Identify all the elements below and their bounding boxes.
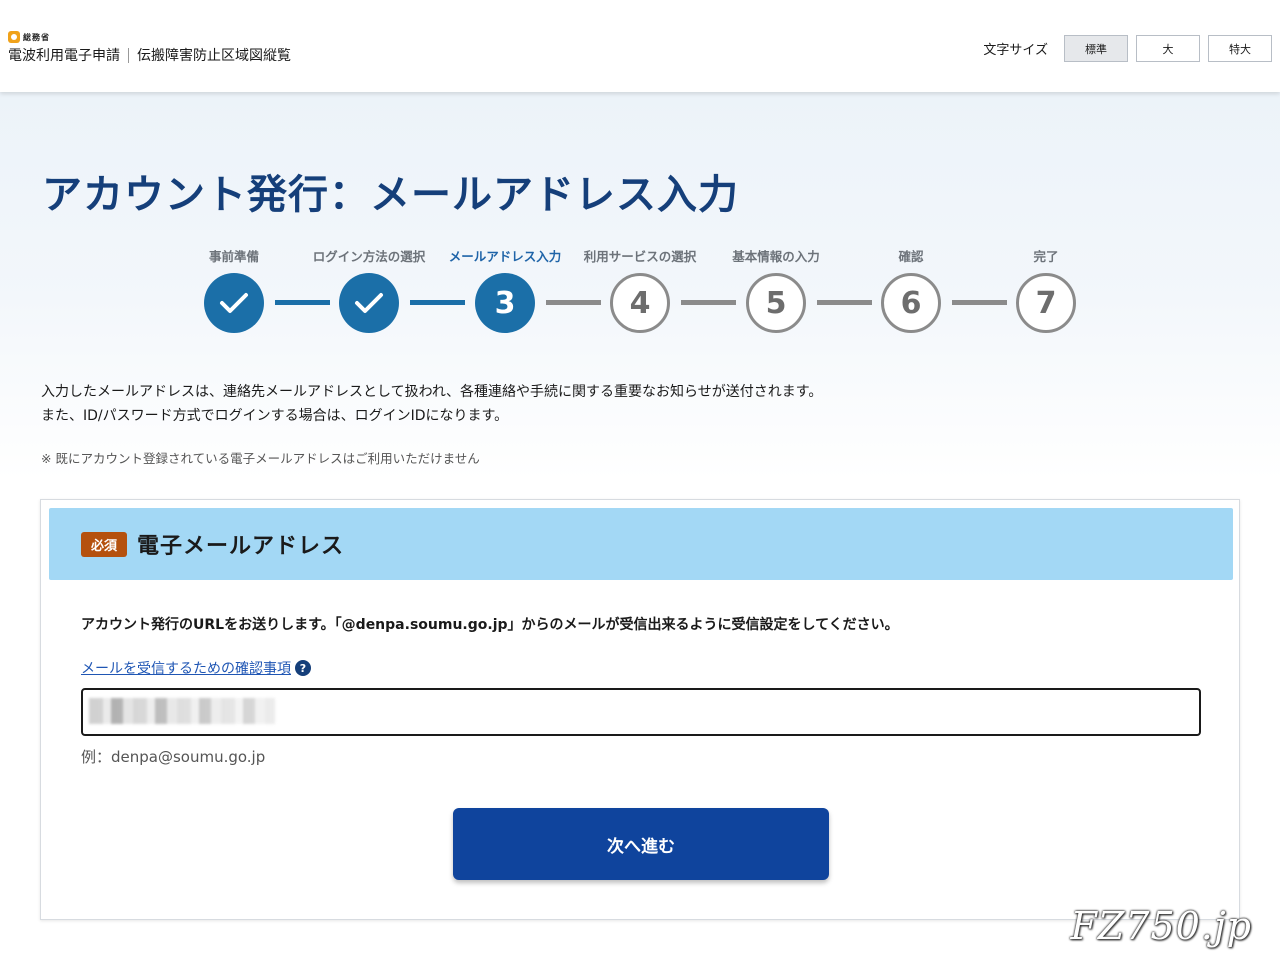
- email-form-card: 必須 電子メールアドレス アカウント発行のURLをお送りします。「@denpa.…: [40, 499, 1240, 920]
- site-title-divider: [128, 47, 129, 63]
- email-example-text: 例：denpa@soumu.go.jp: [81, 748, 266, 766]
- step-connector-6: [952, 300, 1007, 305]
- site-header: 総務省 電波利用電子申請 伝搬障害防止区域図縦覧 文字サイズ 標準 大 特大: [0, 0, 1280, 92]
- step-label-2: ログイン方法の選択: [312, 249, 426, 264]
- step-label-7: 完了: [1033, 249, 1059, 264]
- site-title: 電波利用電子申請 伝搬障害防止区域図縦覧: [8, 45, 291, 65]
- step-connector-5: [817, 300, 872, 305]
- font-size-standard-button[interactable]: 標準: [1064, 35, 1128, 62]
- step-7-circle: 7: [1016, 273, 1076, 333]
- watermark-text: FZ750.jp: [1070, 904, 1252, 948]
- step-4-circle: 4: [610, 273, 670, 333]
- help-link-container: メールを受信するための確認事項 ?: [81, 658, 311, 678]
- step-3-circle: 3: [475, 273, 535, 333]
- step-connector-2: [410, 300, 465, 305]
- required-badge: 必須: [81, 531, 128, 557]
- section-header: 必須 電子メールアドレス: [49, 508, 1233, 580]
- description-line-1: 入力したメールアドレスは、連絡先メールアドレスとして扱われ、各種連絡や手続に関す…: [41, 384, 823, 400]
- step-label-3: メールアドレス入力: [448, 249, 562, 264]
- ministry-name: 総務省: [23, 32, 50, 42]
- step-6-circle: 6: [881, 273, 941, 333]
- step-connector-3: [546, 300, 601, 305]
- step-label-4: 利用サービスの選択: [583, 249, 697, 264]
- font-size-large-button[interactable]: 大: [1136, 35, 1200, 62]
- notice-text: ※ 既にアカウント登録されている電子メールアドレスはご利用いただけません: [41, 451, 480, 466]
- page-title: アカウント発行：メールアドレス入力: [42, 172, 739, 218]
- site-subtitle: 伝搬障害防止区域図縦覧: [137, 48, 291, 64]
- email-input[interactable]: [81, 688, 1201, 736]
- step-label-5: 基本情報の入力: [732, 249, 820, 264]
- progress-stepper: 事前準備 ログイン方法の選択 メールアドレス入力 3 利用サービスの選択 4 基本情報の入力…: [0, 240, 1280, 340]
- font-size-extra-large-button[interactable]: 特大: [1208, 35, 1272, 62]
- font-size-switcher: 文字サイズ 標準 大 特大: [983, 35, 1272, 62]
- instruction-text: アカウント発行のURLをお送りします。「@denpa.soumu.go.jp」か…: [81, 617, 899, 633]
- description: 入力したメールアドレスは、連絡先メールアドレスとして扱われ、各種連絡や手続に関す…: [41, 380, 822, 428]
- font-size-label: 文字サイズ: [983, 43, 1048, 58]
- site-logo[interactable]: 総務省 電波利用電子申請 伝搬障害防止区域図縦覧: [8, 30, 291, 65]
- description-line-2: また、ID/パスワード方式でログインする場合は、ログインIDになります。: [41, 408, 509, 424]
- step-connector-4: [681, 300, 736, 305]
- step-label-6: 確認: [898, 249, 924, 264]
- question-icon[interactable]: ?: [295, 660, 311, 676]
- checkmark-icon: [355, 293, 383, 313]
- step-label-1: 事前準備: [208, 249, 259, 264]
- site-name: 電波利用電子申請: [8, 48, 120, 64]
- section-title: 電子メールアドレス: [137, 534, 345, 559]
- next-button[interactable]: 次へ進む: [453, 808, 829, 880]
- step-1-check-icon: [204, 273, 264, 333]
- step-2-check-icon: [339, 273, 399, 333]
- checkmark-icon: [220, 293, 248, 313]
- ministry-logo: 総務省: [8, 30, 291, 44]
- ministry-emblem-icon: [8, 31, 20, 43]
- email-help-link[interactable]: メールを受信するための確認事項: [81, 658, 291, 678]
- step-connector-1: [275, 300, 330, 305]
- step-5-circle: 5: [746, 273, 806, 333]
